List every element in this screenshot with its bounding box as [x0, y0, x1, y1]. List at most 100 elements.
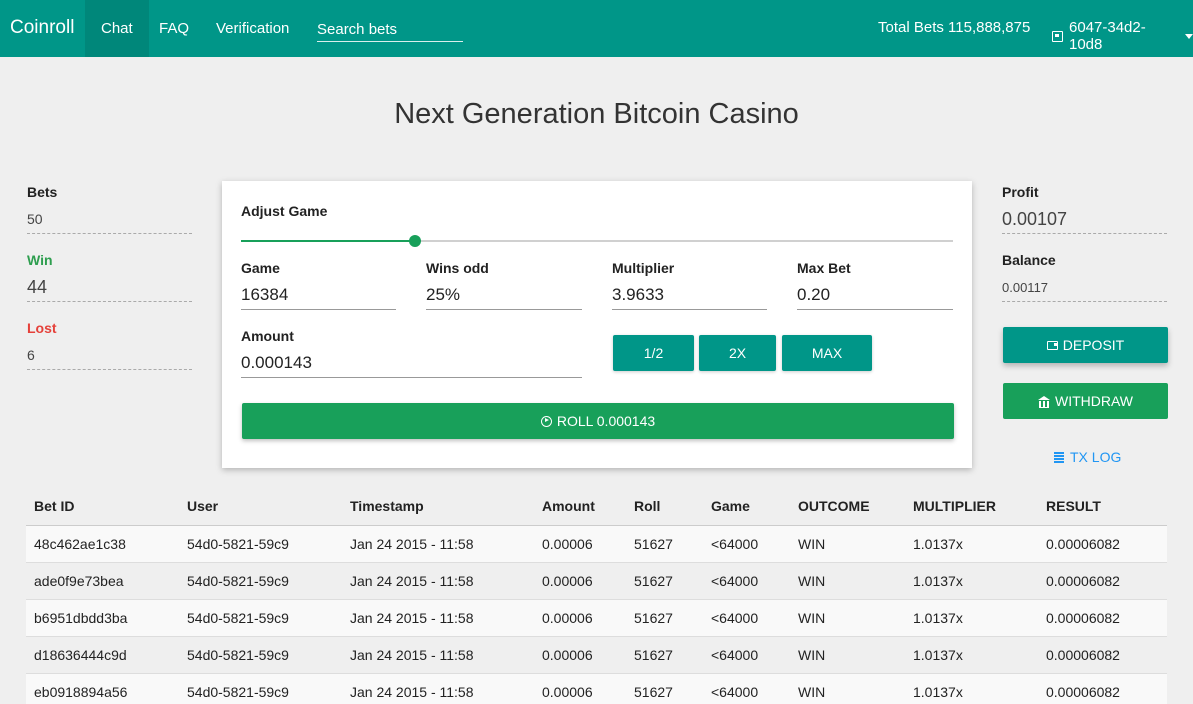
profit-value: 0.00107 [1002, 209, 1167, 234]
outcome-cell: WIN [790, 525, 905, 563]
amount-cell: 0.00006 [534, 525, 626, 563]
table-row[interactable]: 48c462ae1c38 54d0-5821-59c9 Jan 24 2015 - … [26, 525, 1167, 563]
table-row[interactable]: eb0918894a56 54d0-5821-59c9 Jan 24 2015 - … [26, 673, 1167, 704]
result-cell: 0.00006082 [1038, 525, 1167, 563]
win-value: 44 [27, 277, 192, 302]
column-header: Roll [626, 487, 703, 526]
user-cell: 54d0-5821-59c9 [179, 525, 342, 563]
game-cell: <64000 [703, 673, 790, 704]
timestamp-cell: Jan 24 2015 - 11:58 [342, 673, 534, 704]
tx-log-label: TX LOG [1070, 449, 1122, 465]
column-header: Game [703, 487, 790, 526]
outcome-cell: WIN [790, 562, 905, 600]
multiplier-cell: 1.0137x [905, 636, 1038, 674]
bet-id-cell[interactable]: 48c462ae1c38 [26, 525, 179, 563]
game-card: Adjust Game Game 16384 Wins odd 25% Mult… [222, 181, 972, 468]
max-amount-button[interactable]: MAX [782, 335, 872, 371]
game-cell: <64000 [703, 636, 790, 674]
table-row[interactable]: ade0f9e73bea 54d0-5821-59c9 Jan 24 2015 - … [26, 562, 1167, 600]
table-row[interactable]: d18636444c9d 54d0-5821-59c9 Jan 24 2015 - … [26, 636, 1167, 674]
multiplier-cell: 1.0137x [905, 525, 1038, 563]
timestamp-cell: Jan 24 2015 - 11:58 [342, 562, 534, 600]
brand-logo[interactable]: Coinroll [10, 17, 74, 39]
multiplier-cell: 1.0137x [905, 599, 1038, 637]
chevron-down-icon [1185, 33, 1193, 39]
withdraw-button[interactable]: WITHDRAW [1003, 383, 1168, 419]
column-header: MULTIPLIER [905, 487, 1038, 526]
result-cell: 0.00006082 [1038, 599, 1167, 637]
bank-icon [1037, 395, 1050, 408]
roll-cell: 51627 [626, 562, 703, 600]
half-amount-button[interactable]: 1/2 [613, 335, 694, 371]
roll-cell: 51627 [626, 525, 703, 563]
amount-label: Amount [241, 328, 294, 344]
balance-label: Balance [1002, 252, 1056, 268]
outcome-cell: WIN [790, 599, 905, 637]
search-bets-wrapper [317, 18, 463, 42]
total-bets-counter: Total Bets 115,888,875 [878, 19, 1031, 36]
list-icon [1054, 451, 1064, 463]
game-cell: <64000 [703, 562, 790, 600]
result-cell: 0.00006082 [1038, 673, 1167, 704]
bets-table: Bet ID User Timestamp Amount Roll Game O… [26, 487, 1167, 704]
deposit-button[interactable]: DEPOSIT [1003, 327, 1168, 363]
column-header: Amount [534, 487, 626, 526]
amount-field[interactable]: 0.000143 [241, 352, 582, 378]
roll-cell: 51627 [626, 599, 703, 637]
multiplier-field[interactable]: 3.9633 [612, 284, 767, 310]
game-cell: <64000 [703, 525, 790, 563]
bets-label: Bets [27, 184, 58, 200]
result-cell: 0.00006082 [1038, 636, 1167, 674]
column-header: User [179, 487, 342, 526]
column-header: RESULT [1038, 487, 1167, 526]
table-header-row: Bet ID User Timestamp Amount Roll Game O… [26, 487, 1167, 526]
multiplier-label: Multiplier [612, 260, 675, 276]
timestamp-cell: Jan 24 2015 - 11:58 [342, 525, 534, 563]
withdraw-label: WITHDRAW [1054, 393, 1134, 409]
timestamp-cell: Jan 24 2015 - 11:58 [342, 599, 534, 637]
column-header: OUTCOME [790, 487, 905, 526]
account-id: 6047-34d2-10d8 [1068, 19, 1146, 53]
table-row[interactable]: b6951dbdd3ba 54d0-5821-59c9 Jan 24 2015 - … [26, 599, 1167, 637]
game-label: Game [241, 260, 280, 276]
game-slider[interactable] [241, 235, 953, 247]
user-cell: 54d0-5821-59c9 [179, 562, 342, 600]
slider-handle[interactable] [409, 235, 422, 247]
column-header: Timestamp [342, 487, 534, 526]
nav-item-faq[interactable]: FAQ [143, 0, 205, 57]
balance-value: 0.00117 [1002, 280, 1167, 302]
adjust-game-label: Adjust Game [241, 203, 328, 219]
user-cell: 54d0-5821-59c9 [179, 599, 342, 637]
bet-id-cell[interactable]: b6951dbdd3ba [26, 599, 179, 637]
lost-label: Lost [27, 320, 57, 336]
outcome-cell: WIN [790, 673, 905, 704]
roll-button[interactable]: ROLL 0.000143 [242, 403, 954, 439]
bet-id-cell[interactable]: ade0f9e73bea [26, 562, 179, 600]
double-amount-button[interactable]: 2X [699, 335, 776, 371]
play-circle-icon [540, 415, 552, 427]
page-title: Next Generation Bitcoin Casino [394, 98, 799, 130]
account-menu[interactable]: 6047-34d2-10d8 [1052, 19, 1193, 53]
user-cell: 54d0-5821-59c9 [179, 673, 342, 704]
multiplier-cell: 1.0137x [905, 562, 1038, 600]
bet-id-cell[interactable]: d18636444c9d [26, 636, 179, 674]
nav-item-verification[interactable]: Verification [200, 0, 305, 57]
multiplier-cell: 1.0137x [905, 673, 1038, 704]
amount-cell: 0.00006 [534, 636, 626, 674]
tx-log-link[interactable]: TX LOG [1054, 449, 1121, 465]
bet-id-cell[interactable]: eb0918894a56 [26, 673, 179, 704]
user-cell: 54d0-5821-59c9 [179, 636, 342, 674]
nav-item-chat[interactable]: Chat [85, 0, 149, 57]
wins-odd-field[interactable]: 25% [426, 284, 582, 310]
amount-cell: 0.00006 [534, 673, 626, 704]
top-navbar: Coinroll Chat FAQ Verification Total Bet… [0, 0, 1193, 57]
roll-cell: 51627 [626, 673, 703, 704]
search-bets-input[interactable] [317, 18, 463, 40]
game-field[interactable]: 16384 [241, 284, 396, 310]
max-bet-label: Max Bet [797, 260, 851, 276]
wallet-icon [1046, 340, 1058, 350]
outcome-cell: WIN [790, 636, 905, 674]
lost-value: 6 [27, 347, 192, 370]
profit-label: Profit [1002, 184, 1039, 200]
timestamp-cell: Jan 24 2015 - 11:58 [342, 636, 534, 674]
